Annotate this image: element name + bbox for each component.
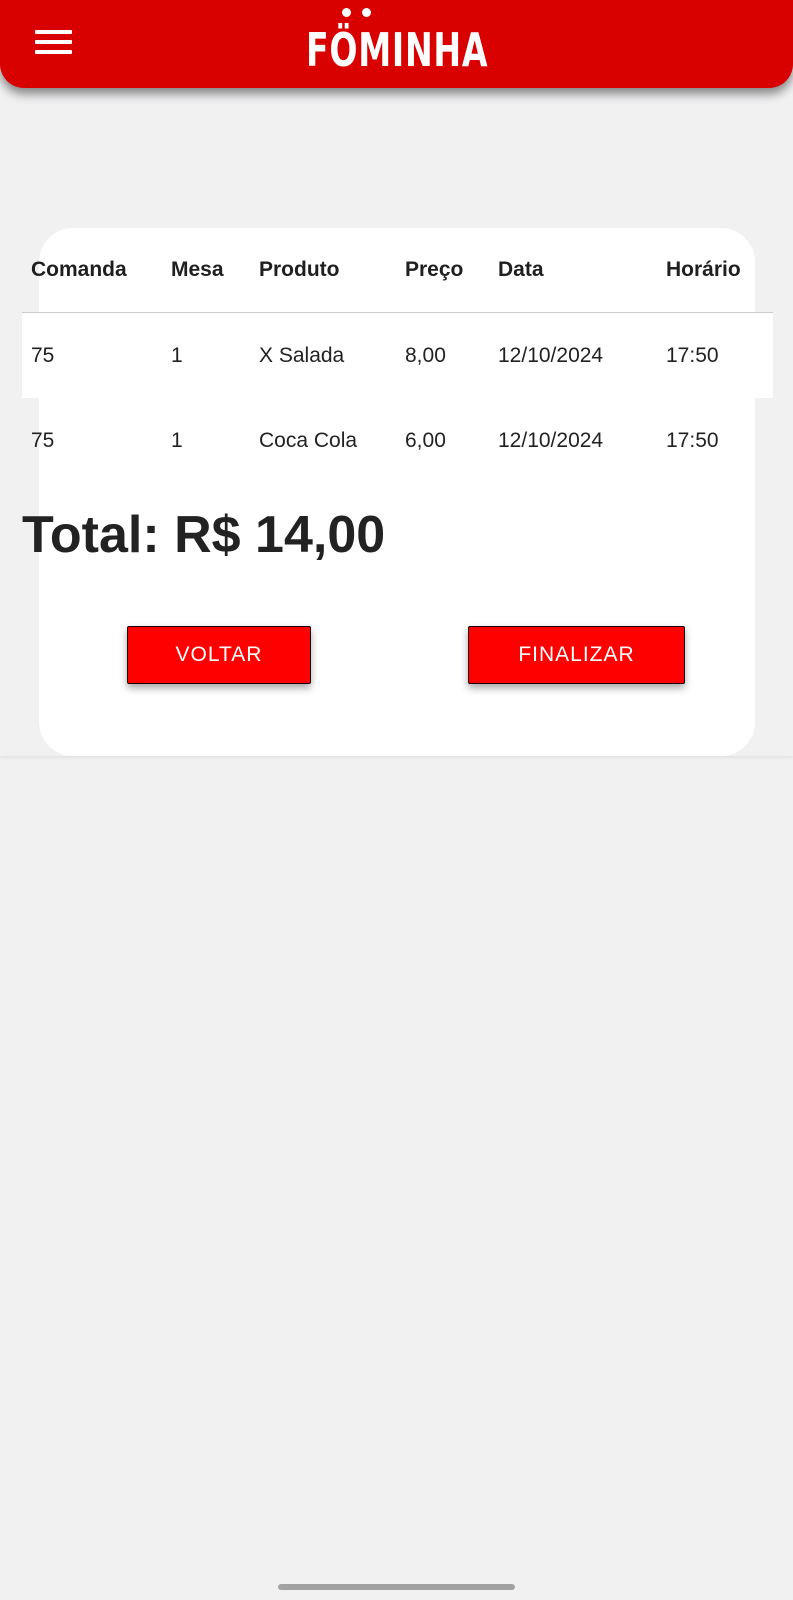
cell-comanda: 75: [22, 312, 162, 398]
cell-mesa: 1: [162, 312, 250, 398]
cell-data: 12/10/2024: [489, 312, 657, 398]
column-header-produto: Produto: [250, 228, 396, 313]
app-header: FÖMINHA: [0, 0, 793, 88]
cell-horario: 17:50: [666, 428, 719, 452]
table-row: 75 1 Coca Cola 6,00 12/10/2024 17:50: [22, 398, 773, 483]
cell-mesa: 1: [171, 428, 183, 452]
column-header-mesa: Mesa: [162, 228, 250, 313]
logo-dot-right: [362, 8, 371, 17]
logo-text: FÖMINHA: [306, 23, 489, 77]
cell-data: 12/10/2024: [498, 428, 604, 452]
logo-dot-left: [342, 8, 351, 17]
cell-comanda: 75: [31, 428, 55, 452]
home-indicator[interactable]: [278, 1584, 515, 1590]
menu-icon[interactable]: [35, 30, 72, 54]
cell-horario: 17:50: [657, 312, 773, 398]
order-total: Total: R$ 14,00: [22, 506, 386, 564]
table-header-row: Comanda Mesa Produto Preço Data Horário: [22, 228, 773, 313]
cell-preco: 6,00: [405, 428, 446, 452]
table-row: 75 1 X Salada 8,00 12/10/2024 17:50: [22, 312, 773, 398]
column-header-horario: Horário: [657, 228, 773, 313]
order-table: Comanda Mesa Produto Preço Data Horário …: [22, 228, 773, 483]
cell-produto: Coca Cola: [259, 428, 358, 452]
column-header-preco: Preço: [396, 228, 489, 313]
app-logo: FÖMINHA: [306, 2, 489, 82]
finish-button[interactable]: FINALIZAR: [468, 626, 685, 684]
cell-produto: X Salada: [250, 312, 396, 398]
column-header-data: Data: [489, 228, 657, 313]
column-header-comanda: Comanda: [22, 228, 162, 313]
back-button[interactable]: VOLTAR: [127, 626, 311, 684]
cell-preco: 8,00: [396, 312, 489, 398]
